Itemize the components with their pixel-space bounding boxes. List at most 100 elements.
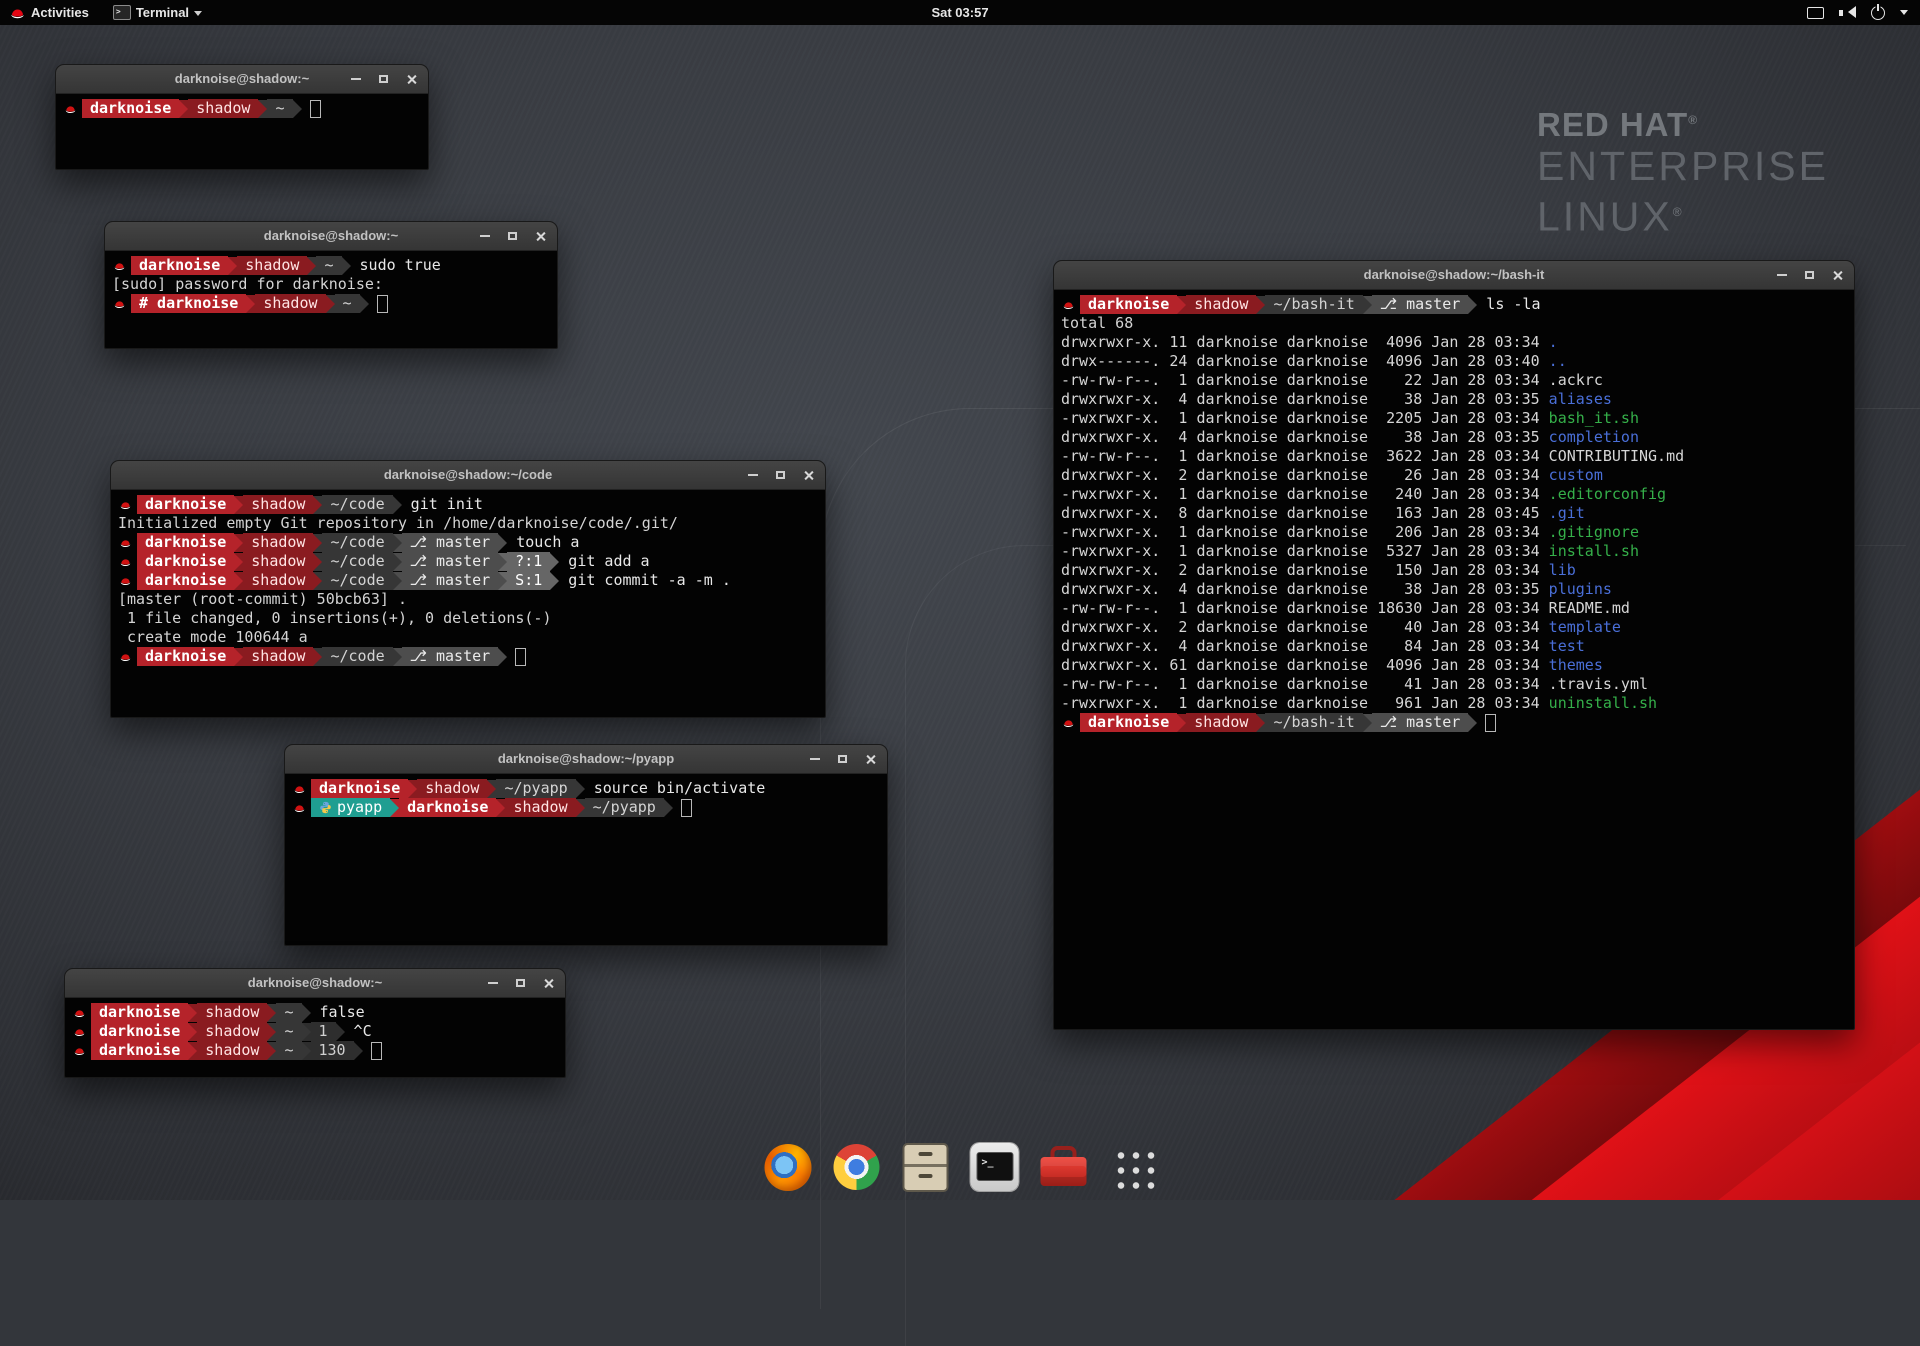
terminal-content[interactable]: darknoiseshadow~/bash-it⎇ master ls -lat… <box>1054 290 1854 736</box>
chrome-icon[interactable] <box>831 1141 883 1193</box>
powerline-separator-icon <box>234 572 243 590</box>
file-meta: -rw-rw-r--. 1 darknoise darknoise 3622 J… <box>1061 447 1549 466</box>
window-titlebar[interactable]: darknoise@shadow:~ <box>65 969 565 998</box>
prompt-segment-host: shadow <box>243 571 313 590</box>
window-titlebar[interactable]: darknoise@shadow:~/bash-it <box>1054 261 1854 290</box>
caret-down-icon[interactable] <box>1900 10 1908 19</box>
output-line: drwxrwxr-x. 2 darknoise darknoise 150 Ja… <box>1061 561 1847 580</box>
close-button[interactable] <box>1827 265 1848 286</box>
minimize-button[interactable] <box>482 973 503 994</box>
powerline-separator-icon <box>498 534 507 552</box>
file-meta: drwxrwxr-x. 8 darknoise darknoise 163 Ja… <box>1061 504 1549 523</box>
terminal-content[interactable]: darknoiseshadow~ <box>56 94 428 122</box>
maximize-button[interactable] <box>510 973 531 994</box>
status-icons[interactable] <box>1792 0 1920 25</box>
app-grid-icon[interactable] <box>1107 1141 1159 1193</box>
prompt-segment-gitstat: S:1 <box>507 571 550 590</box>
output-line: -rw-rw-r--. 1 darknoise darknoise 18630 … <box>1061 599 1847 618</box>
maximize-button[interactable] <box>373 69 394 90</box>
powerline-separator-icon <box>302 1023 311 1041</box>
terminal-content[interactable]: darknoiseshadow~/code git initInitialize… <box>111 490 825 670</box>
prompt-segment-path: ~/code <box>322 533 392 552</box>
minimize-button[interactable] <box>474 226 495 247</box>
prompt-segment-git: ⎇ master <box>402 647 499 666</box>
file-meta: drwxrwxr-x. 4 darknoise darknoise 38 Jan… <box>1061 428 1549 447</box>
prompt-line: # darknoiseshadow~ <box>112 294 550 313</box>
maximize-button[interactable] <box>1799 265 1820 286</box>
prompt-hat-icon <box>119 538 132 548</box>
prompt-line: darknoiseshadow~/code git init <box>118 495 818 514</box>
maximize-icon <box>379 75 388 83</box>
file-meta: drwxrwxr-x. 4 darknoise darknoise 38 Jan… <box>1061 580 1549 599</box>
prompt-segment-host: shadow <box>243 552 313 571</box>
maximize-button[interactable] <box>770 465 791 486</box>
close-icon <box>1832 270 1843 281</box>
file-name: .editorconfig <box>1549 485 1666 504</box>
file-meta: drwxrwxr-x. 11 darknoise darknoise 4096 … <box>1061 333 1549 352</box>
terminal-icon[interactable] <box>969 1141 1021 1193</box>
file-meta: drwxrwxr-x. 2 darknoise darknoise 150 Ja… <box>1061 561 1549 580</box>
prompt-segment-user: darknoise <box>82 99 179 118</box>
prompt-segment-path: ~/code <box>322 552 392 571</box>
close-button[interactable] <box>798 465 819 486</box>
prompt-segment-host: shadow <box>197 1022 267 1041</box>
terminal-cursor <box>371 1042 382 1060</box>
minimize-button[interactable] <box>804 749 825 770</box>
toolbox-icon[interactable] <box>1038 1141 1090 1193</box>
prompt-segment-path: ~/code <box>322 647 392 666</box>
powerline-separator-icon <box>393 534 402 552</box>
window-titlebar[interactable]: darknoise@shadow:~/code <box>111 461 825 490</box>
app-menu-button[interactable]: Terminal <box>104 0 211 25</box>
activities-button[interactable]: Activities <box>0 0 98 25</box>
close-button[interactable] <box>530 226 551 247</box>
terminal-window: darknoise@shadow:~ darknoiseshadow~ <box>55 64 429 170</box>
maximize-button[interactable] <box>832 749 853 770</box>
window-controls <box>804 745 881 773</box>
minimize-button[interactable] <box>345 69 366 90</box>
maximize-icon <box>776 471 785 479</box>
output-line: total 68 <box>1061 314 1847 333</box>
firefox-glyph <box>764 1144 811 1191</box>
close-button[interactable] <box>860 749 881 770</box>
file-name: template <box>1549 618 1621 637</box>
terminal-content[interactable]: darknoiseshadow~ falsedarknoiseshadow~1 … <box>65 998 565 1064</box>
prompt-segment-user: darknoise <box>137 495 234 514</box>
terminal-content[interactable]: darknoiseshadow~ sudo true[sudo] passwor… <box>105 251 557 317</box>
minimize-button[interactable] <box>1771 265 1792 286</box>
file-name: themes <box>1549 656 1603 675</box>
display-icon[interactable] <box>1807 7 1824 19</box>
file-name: uninstall.sh <box>1549 694 1657 713</box>
prompt-segment-host: shadow <box>197 1003 267 1022</box>
command-text: source bin/activate <box>585 779 766 798</box>
terminal-window: darknoise@shadow:~ darknoiseshadow~ sudo… <box>104 221 558 349</box>
window-controls <box>345 65 422 93</box>
output-text: [sudo] password for darknoise: <box>112 275 383 294</box>
prompt-segment-user: darknoise <box>1080 295 1177 314</box>
minimize-button[interactable] <box>742 465 763 486</box>
power-icon[interactable] <box>1871 6 1885 20</box>
top-bar: Activities Terminal Sat 03:57 <box>0 0 1920 25</box>
maximize-icon <box>508 232 517 240</box>
window-titlebar[interactable]: darknoise@shadow:~/pyapp <box>285 745 887 774</box>
terminal-cursor <box>681 799 692 817</box>
prompt-segment-path: ~/code <box>322 571 392 590</box>
maximize-button[interactable] <box>502 226 523 247</box>
app-menu-label: Terminal <box>136 5 189 20</box>
prompt-hat-icon <box>293 803 306 813</box>
redhat-logo-icon <box>9 7 26 19</box>
prompt-segment-user: darknoise <box>311 779 408 798</box>
files-icon[interactable] <box>900 1141 952 1193</box>
firefox-icon[interactable] <box>762 1141 814 1193</box>
prompt-segment-user: darknoise <box>91 1041 188 1060</box>
window-titlebar[interactable]: darknoise@shadow:~ <box>105 222 557 251</box>
clock[interactable]: Sat 03:57 <box>931 5 988 20</box>
close-icon <box>803 470 814 481</box>
powerline-separator-icon <box>258 100 267 118</box>
powerline-separator-icon <box>313 534 322 552</box>
prompt-segment-host: shadow <box>237 256 307 275</box>
volume-icon[interactable] <box>1839 6 1856 19</box>
close-button[interactable] <box>401 69 422 90</box>
terminal-content[interactable]: darknoiseshadow~/pyapp source bin/activa… <box>285 774 887 821</box>
window-titlebar[interactable]: darknoise@shadow:~ <box>56 65 428 94</box>
close-button[interactable] <box>538 973 559 994</box>
